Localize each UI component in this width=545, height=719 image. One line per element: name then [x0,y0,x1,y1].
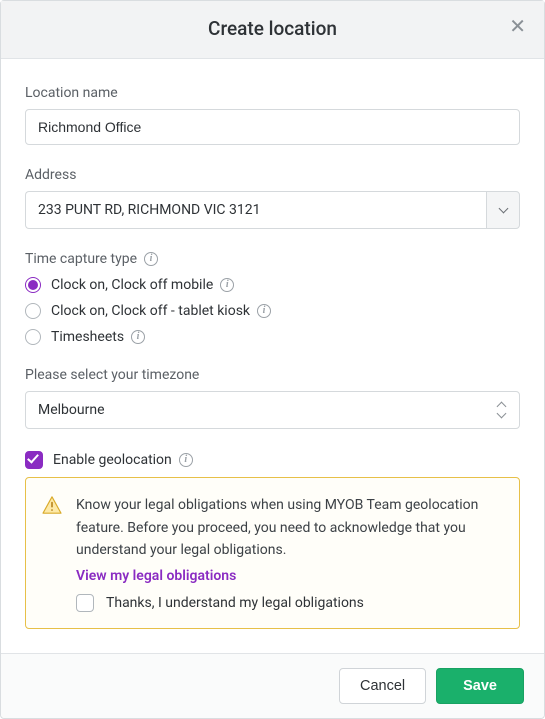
address-value: 233 PUNT RD, RICHMOND VIC 3121 [25,191,486,229]
radio-icon [25,303,41,319]
radio-option-mobile[interactable]: Clock on, Clock off mobile i [25,277,520,293]
chevron-down-icon [500,208,507,212]
address-dropdown[interactable]: 233 PUNT RD, RICHMOND VIC 3121 [25,191,520,229]
warning-icon [42,496,62,514]
location-name-label: Location name [25,85,520,101]
timezone-field: Please select your timezone Melbourne [25,367,520,429]
location-name-input[interactable] [25,109,520,145]
radio-label-text: Clock on, Clock off - tablet kiosk [51,303,250,319]
modal-header: Create location ✕ [1,1,544,59]
location-name-field: Location name [25,85,520,145]
radio-icon [25,329,41,345]
time-capture-radio-group: Clock on, Clock off mobile i Clock on, C… [25,277,520,345]
time-capture-label-text: Time capture type [25,251,137,267]
checkbox-icon [25,451,43,469]
address-field: Address 233 PUNT RD, RICHMOND VIC 3121 [25,167,520,229]
legal-acknowledgement-checkbox[interactable]: Thanks, I understand my legal obligation… [76,594,501,612]
address-dropdown-button[interactable] [486,191,520,229]
checkbox-icon [76,594,94,612]
close-button[interactable]: ✕ [505,15,530,39]
save-button[interactable]: Save [436,668,524,704]
create-location-modal: Create location ✕ Location name Address … [0,0,545,719]
geolocation-notice-text: Know your legal obligations when using M… [76,494,501,561]
time-capture-field: Time capture type i Clock on, Clock off … [25,251,520,345]
enable-geolocation-label: Enable geolocation i [53,452,193,468]
timezone-value: Melbourne [25,391,520,429]
radio-label: Clock on, Clock off - tablet kiosk i [51,303,271,319]
timezone-select[interactable]: Melbourne [25,391,520,429]
modal-title: Create location [1,17,544,40]
geolocation-notice: Know your legal obligations when using M… [25,477,520,628]
view-legal-obligations-link[interactable]: View my legal obligations [76,568,236,584]
close-icon: ✕ [509,16,526,38]
modal-footer: Cancel Save [1,653,544,718]
radio-label: Timesheets i [51,329,145,345]
cancel-button[interactable]: Cancel [339,668,426,704]
time-capture-label: Time capture type i [25,251,520,267]
enable-geolocation-label-text: Enable geolocation [53,452,172,468]
geolocation-notice-content: Know your legal obligations when using M… [76,494,501,611]
info-icon[interactable]: i [179,453,193,467]
info-icon[interactable]: i [220,278,234,292]
legal-ack-label: Thanks, I understand my legal obligation… [106,595,364,611]
modal-body: Location name Address 233 PUNT RD, RICHM… [1,59,544,653]
radio-label: Clock on, Clock off mobile i [51,277,234,293]
info-icon[interactable]: i [144,252,158,266]
radio-option-kiosk[interactable]: Clock on, Clock off - tablet kiosk i [25,303,520,319]
radio-option-timesheets[interactable]: Timesheets i [25,329,520,345]
timezone-label: Please select your timezone [25,367,520,383]
radio-label-text: Clock on, Clock off mobile [51,277,213,293]
enable-geolocation-checkbox[interactable]: Enable geolocation i [25,451,520,469]
info-icon[interactable]: i [131,330,145,344]
radio-icon [25,277,41,293]
radio-label-text: Timesheets [51,329,124,345]
info-icon[interactable]: i [257,304,271,318]
address-label: Address [25,167,520,183]
